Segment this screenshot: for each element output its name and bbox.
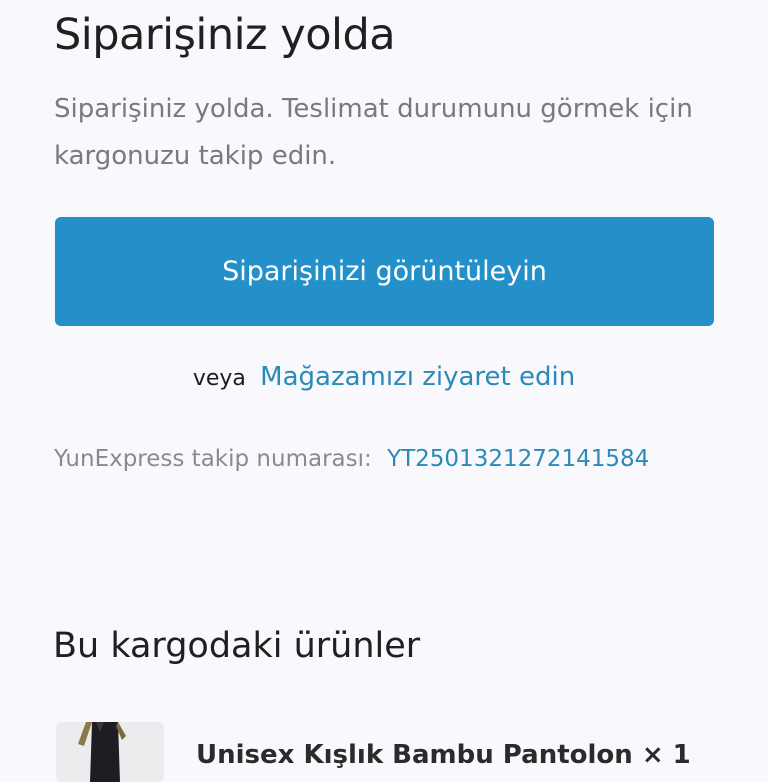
or-text: veya [192,366,246,391]
page-title: Siparişiniz yolda [54,10,396,60]
product-thumbnail [56,722,164,782]
product-name: Unisex Kışlık Bambu Pantolon × 1 [196,740,691,770]
view-order-button[interactable]: Siparişinizi görüntüleyin [55,217,714,326]
store-link-row: veya Mağazamızı ziyaret edin [0,362,768,392]
shipment-items-heading: Bu kargodaki ürünler [53,626,421,666]
tracking-number-link[interactable]: YT2501321272141584 [387,446,649,472]
order-status-description: Siparişiniz yolda. Teslimat durumunu gör… [54,94,693,171]
visit-store-link[interactable]: Mağazamızı ziyaret edin [260,362,575,392]
view-order-button-label: Siparişinizi görüntüleyin [222,256,547,287]
tracking-label: YunExpress takip numarası: [54,446,372,472]
tracking-info: YunExpress takip numarası: YT25013212721… [54,446,649,472]
